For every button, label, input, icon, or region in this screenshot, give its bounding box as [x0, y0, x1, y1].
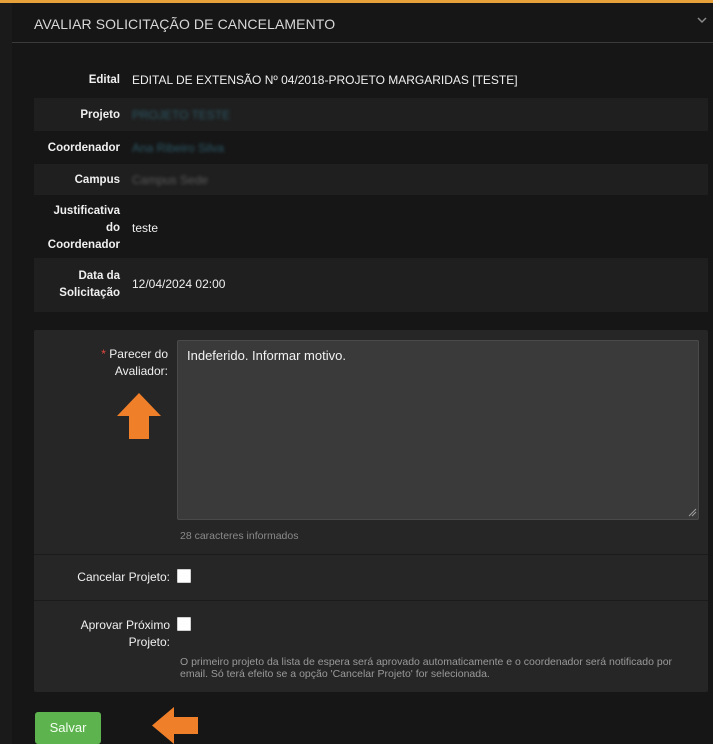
campus-label: Campus — [74, 174, 120, 186]
resize-grip-icon[interactable] — [688, 508, 697, 517]
arrow-left-icon — [152, 707, 198, 744]
cancelar-label: Cancelar Projeto: — [60, 569, 170, 586]
data-label-1: Data da — [78, 270, 120, 282]
help-text: O primeiro projeto da lista de espera se… — [180, 656, 673, 680]
info-row-data: Data da Solicitação 12/04/2024 02:00 — [34, 258, 708, 312]
projeto-value[interactable]: PROJETO TESTE — [132, 107, 230, 123]
parecer-label-line-2: Avaliador: — [114, 364, 168, 378]
data-value: 12/04/2024 02:00 — [132, 277, 226, 291]
cancelar-projeto-checkbox[interactable] — [177, 569, 191, 583]
projeto-label: Projeto — [80, 109, 120, 121]
panel-header[interactable]: AVALIAR SOLICITAÇÃO DE CANCELAMENTO — [12, 3, 713, 43]
aprovar-label-line-1: Aprovar Próximo — [80, 618, 170, 632]
justificativa-label-2: do — [105, 222, 120, 234]
aprovar-proximo-checkbox[interactable] — [177, 617, 191, 631]
justificativa-label-1: Justificativa — [53, 205, 120, 217]
form-divider — [34, 554, 708, 555]
coordenador-value[interactable]: Ana Ribeiro Silva — [132, 140, 224, 156]
data-label-2: Solicitação — [59, 287, 120, 299]
info-row-projeto: Projeto PROJETO TESTE — [34, 98, 708, 131]
coordenador-label: Coordenador — [47, 142, 120, 154]
save-button[interactable]: Salvar — [35, 712, 101, 744]
required-mark: * — [101, 347, 106, 361]
char-count: 28 caracteres informados — [180, 530, 299, 542]
justificativa-label-3: Coordenador — [47, 239, 120, 251]
info-row-coordenador: Coordenador Ana Ribeiro Silva — [34, 131, 708, 164]
campus-value: Campus Sede — [132, 173, 209, 187]
cancelar-label-text: Cancelar Projeto: — [77, 570, 170, 584]
info-row-justificativa: Justificativa do Coordenador teste — [34, 195, 708, 258]
edital-label: Edital — [88, 74, 120, 86]
parecer-textarea[interactable]: Indeferido. Informar motivo. — [177, 340, 699, 520]
info-row-campus: Campus Campus Sede — [34, 164, 708, 195]
aprovar-label-line-2: Projeto: — [128, 635, 170, 649]
parecer-label: * Parecer do Avaliador: — [60, 346, 168, 380]
parecer-label-line-1: Parecer do — [109, 347, 168, 361]
chevron-down-icon[interactable] — [695, 13, 709, 27]
aprovar-label: Aprovar Próximo Projeto: — [60, 617, 170, 651]
panel-title: AVALIAR SOLICITAÇÃO DE CANCELAMENTO — [34, 16, 336, 32]
info-row-edital: Edital EDITAL DE EXTENSÃO Nº 04/2018-PRO… — [34, 62, 708, 98]
justificativa-value: teste — [132, 221, 159, 235]
edital-value: EDITAL DE EXTENSÃO Nº 04/2018-PROJETO MA… — [132, 73, 518, 87]
arrow-up-icon — [117, 393, 161, 439]
form-divider — [34, 600, 708, 601]
